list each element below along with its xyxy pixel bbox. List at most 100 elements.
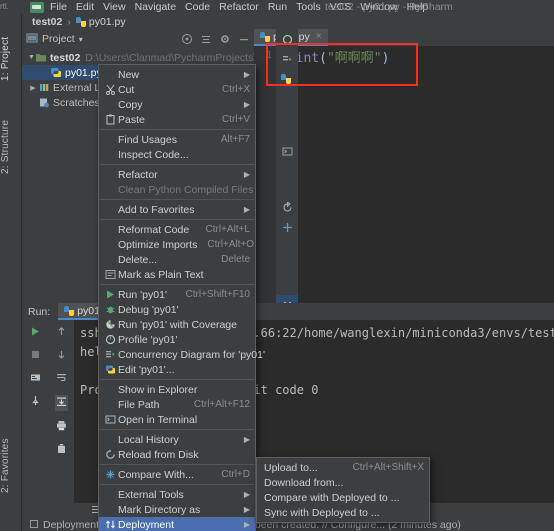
menu-navigate[interactable]: Navigate	[135, 1, 176, 13]
reload-icon[interactable]	[276, 197, 298, 217]
menu-item-refactor[interactable]: Refactor ▶	[99, 167, 255, 182]
down-arrow-icon[interactable]	[56, 349, 67, 363]
console-icon[interactable]	[30, 372, 41, 386]
menu-separator	[100, 464, 254, 465]
menu-item-optimize-imports[interactable]: Optimize Imports Ctrl+Alt+O	[99, 237, 255, 252]
menu-item-find-usages[interactable]: Find Usages Alt+F7	[99, 132, 255, 147]
submenu-item-upload-to[interactable]: Upload to... Ctrl+Alt+Shift+X	[257, 460, 429, 475]
breadcrumb-separator: ›	[67, 15, 71, 28]
menu-item-paste-label: Paste	[118, 113, 145, 126]
menu-item-new[interactable]: New ▶	[99, 67, 255, 82]
menu-item-refactor-label: Refactor	[118, 168, 158, 181]
soft-wrap-icon[interactable]	[56, 372, 67, 386]
sidebar-item-structure[interactable]: 2: Structure	[0, 110, 22, 184]
menu-item-show-in-explorer[interactable]: Show in Explorer	[99, 382, 255, 397]
blank-icon	[103, 504, 118, 516]
menu-tools[interactable]: Tools	[296, 1, 321, 13]
menu-item-compare-with[interactable]: Compare With... Ctrl+D	[99, 467, 255, 482]
menu-item-inspect-code[interactable]: Inspect Code...	[99, 147, 255, 162]
trash-icon[interactable]	[56, 443, 67, 457]
context-menu[interactable]: New ▶ Cut Ctrl+X Copy ▶ Paste Ctrl+V Fin…	[98, 64, 265, 531]
menu-item-run-py01-with-coverage[interactable]: Run 'py01' with Coverage	[99, 317, 255, 332]
menu-separator	[100, 164, 254, 165]
menu-item-file-path-label: File Path	[118, 398, 160, 411]
menu-item-copy[interactable]: Copy ▶	[99, 97, 255, 112]
print-icon[interactable]	[56, 420, 67, 434]
menu-item-edit-py01[interactable]: Edit 'py01'...	[99, 362, 255, 377]
menu-item-cut[interactable]: Cut Ctrl+X	[99, 82, 255, 97]
chevron-right-icon: ▶	[243, 205, 250, 214]
code-editor[interactable]: 1 print("啊啊啊")	[254, 46, 554, 303]
project-panel-title: Project	[42, 33, 75, 45]
menu-item-add-to-favorites[interactable]: Add to Favorites ▶	[99, 202, 255, 217]
compare-icon[interactable]	[276, 217, 298, 237]
blank-icon	[103, 434, 118, 446]
menu-run[interactable]: Run	[268, 1, 287, 13]
menu-item-local-history-label: Local History	[118, 433, 179, 446]
menu-edit[interactable]: Edit	[76, 1, 94, 13]
tree-label-py01: py01.py	[65, 66, 102, 79]
menu-item-delete[interactable]: Delete... Delete	[99, 252, 255, 267]
submenu-item-download-from[interactable]: Download from...	[257, 475, 429, 490]
breadcrumb: test02 › py01.py	[22, 14, 554, 29]
menu-item-run-py01-with-coverage-label: Run 'py01' with Coverage	[118, 318, 237, 331]
sidebar-item-favorites[interactable]: 2: Favorites	[0, 429, 22, 503]
menu-item-external-tools[interactable]: External Tools ▶	[99, 487, 255, 502]
python-file-icon	[50, 67, 62, 78]
submenu-item-sync-with-deployed-to[interactable]: Sync with Deployed to ...	[257, 505, 429, 520]
menu-file[interactable]: File	[50, 1, 67, 13]
menu-refactor[interactable]: Refactor	[219, 1, 259, 13]
menu-item-file-path[interactable]: File Path Ctrl+Alt+F12	[99, 397, 255, 412]
terminal-icon[interactable]	[276, 141, 298, 161]
menu-item-debug-py01-label: Debug 'py01'	[118, 303, 179, 316]
run-toolbar-right[interactable]	[48, 320, 74, 503]
tree-row-test02[interactable]: ▼ test02 D:\Users\Clanmad\PycharmProject…	[22, 50, 285, 65]
hide-panel-icon[interactable]	[238, 33, 250, 45]
menu-item-clean-python-compiled-files-label: Clean Python Compiled Files	[118, 183, 254, 196]
menu-item-open-in-terminal[interactable]: Open in Terminal	[99, 412, 255, 427]
chevron-right-icon: ▶	[243, 100, 250, 109]
menu-view[interactable]: View	[103, 1, 126, 13]
deployment-submenu[interactable]: Upload to... Ctrl+Alt+Shift+X Download f…	[256, 457, 430, 523]
chevron-expanded-icon[interactable]: ▼	[28, 54, 35, 61]
stop-icon[interactable]	[30, 349, 41, 363]
menu-item-debug-py01[interactable]: Debug 'py01'	[99, 302, 255, 317]
menu-item-local-history[interactable]: Local History ▶	[99, 432, 255, 447]
collapse-all-icon[interactable]	[200, 33, 212, 45]
chevron-down-icon[interactable]: ▾	[79, 35, 83, 44]
target-icon[interactable]	[181, 33, 193, 45]
scroll-to-end-icon[interactable]	[54, 395, 68, 411]
menu-item-profile-py01[interactable]: Profile 'py01'	[99, 332, 255, 347]
sidebar-item-project[interactable]: 1: Project	[0, 30, 22, 88]
profile-icon[interactable]	[276, 29, 298, 49]
run-icon[interactable]	[30, 326, 41, 340]
python-icon[interactable]	[276, 69, 298, 89]
python-file-icon	[64, 305, 75, 316]
gear-icon[interactable]	[219, 33, 231, 45]
menu-item-mark-directory-as[interactable]: Mark Directory as ▶	[99, 502, 255, 517]
up-arrow-icon[interactable]	[56, 326, 67, 340]
menu-item-deployment[interactable]: Deployment ▶	[99, 517, 255, 531]
menu-item-paste[interactable]: Paste Ctrl+V	[99, 112, 255, 127]
menu-separator	[100, 484, 254, 485]
python-file-icon	[75, 16, 86, 27]
pin-icon[interactable]	[30, 395, 41, 409]
concurrency-icon[interactable]	[276, 49, 298, 69]
breadcrumb-project[interactable]: test02	[32, 16, 62, 28]
close-icon[interactable]: ×	[316, 31, 322, 42]
menu-item-concurrency-diagram[interactable]: Concurrency Diagram for 'py01'	[99, 347, 265, 362]
blank-icon	[103, 204, 118, 216]
menu-item-reformat-code[interactable]: Reformat Code Ctrl+Alt+L	[99, 222, 255, 237]
run-toolbar-left[interactable]	[22, 320, 48, 503]
breadcrumb-file[interactable]: py01.py	[89, 16, 126, 28]
profile-icon	[103, 334, 118, 346]
menu-item-run-py01[interactable]: Run 'py01' Ctrl+Shift+F10	[99, 287, 255, 302]
submenu-item-compare-with-deployed-to[interactable]: Compare with Deployed to ...	[257, 490, 429, 505]
menu-code[interactable]: Code	[185, 1, 210, 13]
menu-item-run-py01-shortcut: Ctrl+Shift+F10	[185, 289, 250, 300]
code-string-literal: "啊啊啊"	[326, 51, 382, 66]
menu-item-reload-from-disk[interactable]: Reload from Disk	[99, 447, 255, 462]
menu-item-mark-as-plain-text[interactable]: Mark as Plain Text	[99, 267, 255, 282]
plain-text-icon	[103, 269, 118, 281]
chevron-collapsed-icon[interactable]: ▶	[28, 84, 38, 92]
